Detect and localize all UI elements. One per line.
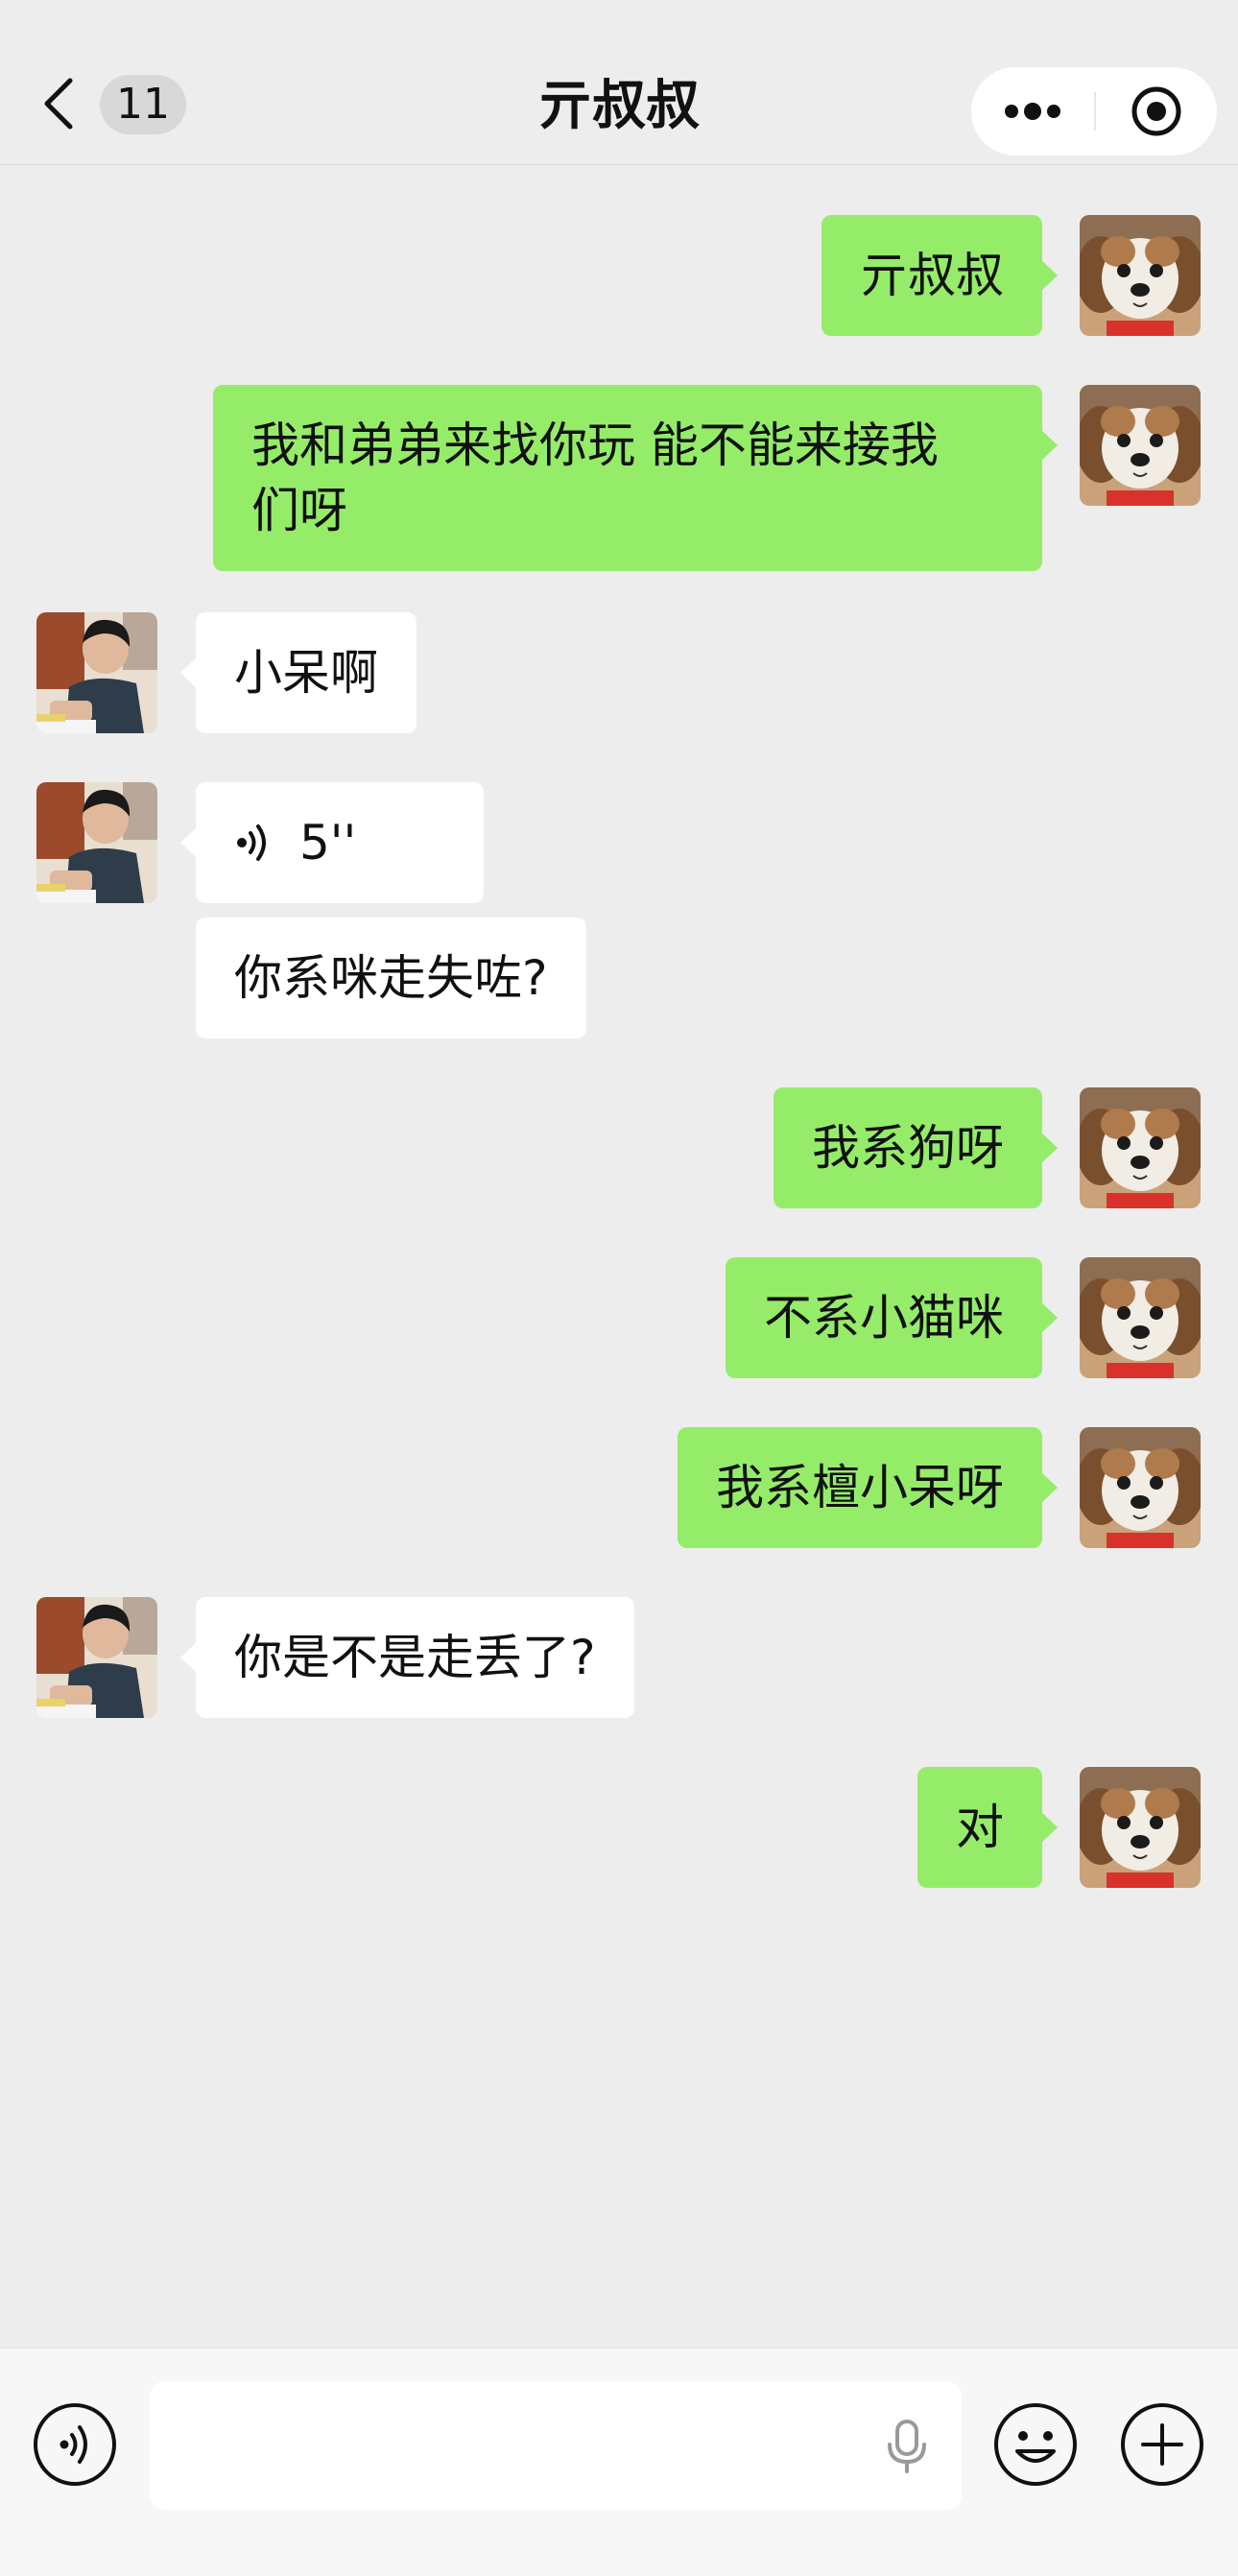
chat-header: 11 亓叔叔 bbox=[0, 0, 1238, 165]
chat-screen: 11 亓叔叔 亓叔叔 我和弟弟来找你玩 能不能来接我 们呀 小呆啊 5'' 你系… bbox=[0, 0, 1238, 2576]
contact-avatar[interactable] bbox=[36, 782, 157, 903]
my-avatar[interactable] bbox=[1080, 1087, 1201, 1208]
contact-avatar[interactable] bbox=[36, 1597, 157, 1718]
mini-program-capsule bbox=[971, 67, 1217, 155]
message-bubble[interactable]: 你系咪走失咗? bbox=[196, 918, 586, 1038]
voice-message-bubble[interactable]: 5'' bbox=[180, 782, 484, 903]
message-bubble[interactable]: 对 bbox=[917, 1767, 1058, 1888]
message-bubble[interactable]: 亓叔叔 bbox=[821, 215, 1058, 336]
emoji-button[interactable] bbox=[992, 2401, 1079, 2492]
message-bubble[interactable]: 我系檀小呆呀 bbox=[678, 1427, 1058, 1548]
input-bar bbox=[0, 2348, 1238, 2576]
target-icon bbox=[1131, 86, 1181, 136]
my-avatar[interactable] bbox=[1080, 1427, 1201, 1548]
message-input[interactable] bbox=[150, 2381, 962, 2510]
message-bubble[interactable]: 你是不是走丢了? bbox=[180, 1597, 634, 1718]
dictation-button[interactable] bbox=[883, 2418, 931, 2479]
voice-wave-icon bbox=[237, 824, 266, 861]
voice-duration: 5'' bbox=[299, 815, 357, 871]
contact-avatar[interactable] bbox=[36, 612, 157, 733]
close-mini-program-button[interactable] bbox=[1096, 85, 1217, 137]
message-bubble[interactable]: 我和弟弟来找你玩 能不能来接我 们呀 bbox=[213, 385, 1058, 571]
more-dots-icon bbox=[1005, 103, 1060, 120]
my-avatar[interactable] bbox=[1080, 1257, 1201, 1378]
mic-icon bbox=[888, 2420, 926, 2473]
emoji-icon bbox=[994, 2403, 1077, 2486]
voice-mode-button[interactable] bbox=[32, 2401, 118, 2492]
more-functions-button[interactable] bbox=[1119, 2401, 1205, 2492]
message-bubble[interactable]: 不系小猫咪 bbox=[726, 1257, 1058, 1378]
my-avatar[interactable] bbox=[1080, 385, 1201, 506]
voice-mode-icon bbox=[34, 2403, 116, 2486]
message-bubble[interactable]: 小呆啊 bbox=[180, 612, 417, 733]
my-avatar[interactable] bbox=[1080, 215, 1201, 336]
plus-icon bbox=[1121, 2403, 1203, 2486]
message-bubble[interactable]: 我系狗呀 bbox=[774, 1087, 1058, 1208]
more-button[interactable] bbox=[971, 102, 1094, 121]
my-avatar[interactable] bbox=[1080, 1767, 1201, 1888]
